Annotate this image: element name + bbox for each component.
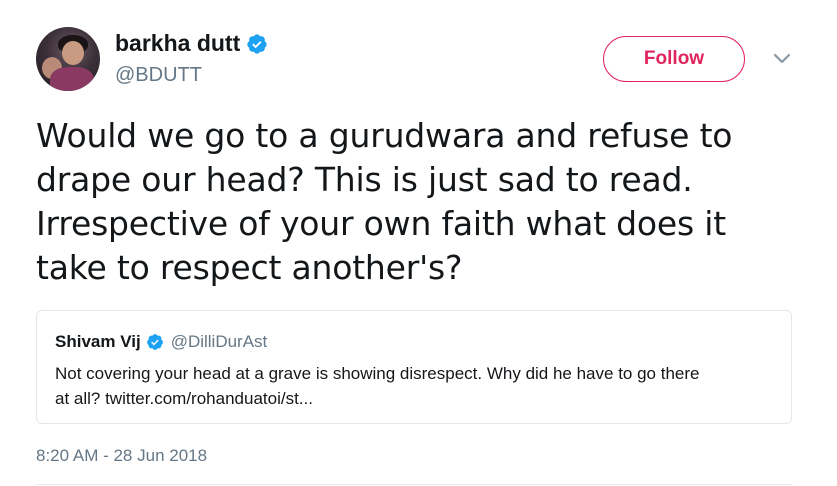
author-name-row: barkha dutt [115, 30, 268, 57]
quoted-author-name: Shivam Vij [55, 332, 141, 351]
quoted-tweet-card[interactable]: Shivam Vij @DilliDurAst Not covering you… [36, 310, 792, 424]
quoted-tweet-header: Shivam Vij @DilliDurAst [55, 332, 267, 352]
quoted-author-handle: @DilliDurAst [170, 332, 268, 351]
tweet-text-line: Irrespective of your own faith what does… [36, 204, 726, 243]
tweet-text-line: Would we go to a gurudwara and refuse to [36, 116, 733, 155]
follow-button[interactable]: Follow [603, 36, 745, 82]
quoted-text-line: Not covering your head at a grave is sho… [55, 364, 700, 383]
tweet-timestamp[interactable]: 8:20 AM - 28 Jun 2018 [36, 446, 207, 466]
tweet-card: barkha dutt @BDUTT Follow Would we go to… [0, 0, 837, 486]
verified-badge-icon [246, 33, 268, 55]
avatar[interactable] [36, 27, 100, 91]
divider [36, 484, 792, 485]
tweet-text-line: drape our head? This is just sad to read… [36, 160, 693, 199]
author-handle[interactable]: @BDUTT [115, 64, 202, 87]
verified-badge-icon [146, 333, 164, 351]
tweet-text: Would we go to a gurudwara and refuse to… [36, 114, 806, 290]
quoted-tweet-text: Not covering your head at a grave is sho… [55, 361, 775, 411]
author-display-name[interactable]: barkha dutt [115, 30, 240, 57]
tweet-text-line: take to respect another's? [36, 248, 463, 287]
quoted-text-line: at all? twitter.com/rohanduatoi/st... [55, 389, 313, 408]
chevron-down-icon[interactable] [771, 50, 793, 68]
